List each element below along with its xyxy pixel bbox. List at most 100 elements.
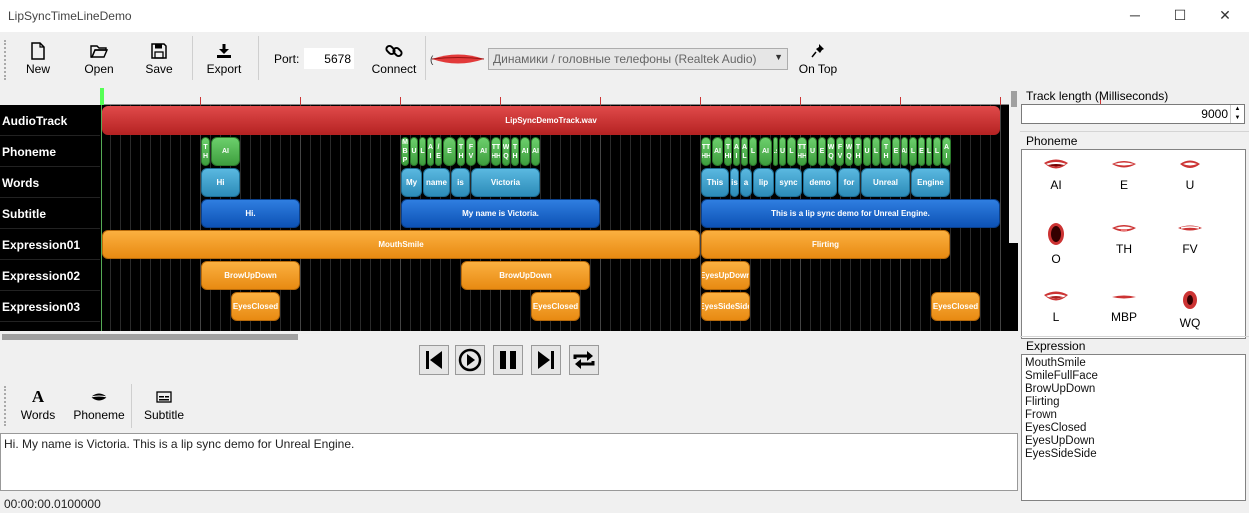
track-label-expression01[interactable]: Expression01 <box>0 229 100 260</box>
word-clip[interactable]: lip <box>753 168 774 197</box>
play-button[interactable] <box>455 345 485 375</box>
expression-item[interactable]: EyesUpDown <box>1025 435 1242 448</box>
phoneme-clip[interactable]: E <box>818 137 826 166</box>
track-length-spinner[interactable]: ▲ ▼ <box>1230 105 1244 123</box>
track-label-audio[interactable]: AudioTrack <box>0 105 100 136</box>
expression-clip[interactable]: MouthSmile <box>102 230 700 259</box>
word-clip[interactable]: name <box>423 168 450 197</box>
new-button[interactable]: New <box>20 42 56 82</box>
word-clip[interactable]: This <box>701 168 729 197</box>
phoneme-mbp[interactable]: MBP <box>1094 290 1154 324</box>
export-button[interactable]: Export <box>204 42 244 82</box>
expression-list[interactable]: MouthSmile SmileFullFace BrowUpDown Flir… <box>1021 354 1246 501</box>
phoneme-clip[interactable]: E <box>892 137 900 166</box>
phoneme-clip[interactable]: U <box>808 137 817 166</box>
audio-clip[interactable]: LipSyncDemoTrack.wav <box>102 106 1000 135</box>
subtitle-clip[interactable]: This is a lip sync demo for Unreal Engin… <box>701 199 1000 228</box>
phoneme-clip[interactable]: E <box>443 137 456 166</box>
phoneme-clip[interactable]: U <box>410 137 418 166</box>
phoneme-clip[interactable]: TT HH <box>797 137 807 166</box>
phoneme-e[interactable]: E <box>1094 158 1154 192</box>
phoneme-clip[interactable]: W Q <box>845 137 853 166</box>
word-clip[interactable]: sync <box>775 168 802 197</box>
phoneme-clip[interactable]: T H <box>854 137 862 166</box>
phoneme-clip[interactable]: T HI <box>724 137 732 166</box>
phoneme-clip[interactable]: W Q <box>827 137 835 166</box>
toolbar-grip[interactable] <box>4 386 6 426</box>
phoneme-clip[interactable]: L <box>933 137 941 166</box>
close-button[interactable]: ✕ <box>1202 0 1248 32</box>
audio-device-dropdown[interactable]: Динамики / головные телефоны (Realtek Au… <box>488 48 788 70</box>
phoneme-clip[interactable]: L <box>419 137 426 166</box>
phoneme-clip[interactable]: AI <box>531 137 540 166</box>
phoneme-clip[interactable]: AI <box>712 137 723 166</box>
save-button[interactable]: Save <box>142 42 176 82</box>
vertical-scrollbar-thumb[interactable] <box>1011 91 1017 107</box>
phoneme-clip[interactable]: T H <box>511 137 519 166</box>
time-ruler[interactable] <box>100 88 1101 105</box>
track-label-expression03[interactable]: Expression03 <box>0 291 100 322</box>
phoneme-o[interactable]: O <box>1026 222 1086 266</box>
phoneme-clip[interactable]: U <box>779 137 786 166</box>
phoneme-clip[interactable]: AI <box>901 137 908 166</box>
phoneme-clip[interactable]: F V <box>836 137 844 166</box>
subtitle-clip[interactable]: My name is Victoria. <box>401 199 600 228</box>
toolbar-grip[interactable] <box>4 40 6 80</box>
phoneme-clip[interactable]: W Q <box>502 137 510 166</box>
phoneme-clip[interactable]: AI <box>477 137 490 166</box>
word-clip[interactable]: Hi <box>201 168 240 197</box>
on-top-button[interactable]: On Top <box>796 42 840 82</box>
track-label-subtitle[interactable]: Subtitle <box>0 198 100 229</box>
phoneme-clip[interactable]: M B P <box>401 137 409 166</box>
phoneme-clip[interactable]: L <box>909 137 917 166</box>
vertical-scrollbar[interactable] <box>1009 88 1018 243</box>
subtitle-clip[interactable]: Hi. <box>201 199 300 228</box>
phoneme-clip[interactable]: T H <box>881 137 891 166</box>
maximize-button[interactable]: ☐ <box>1157 0 1203 32</box>
expression-item[interactable]: EyesSideSide <box>1025 448 1242 461</box>
word-clip[interactable]: Unreal <box>861 168 910 197</box>
expression-clip[interactable]: EyesSideSide <box>701 292 750 321</box>
word-clip[interactable]: Victoria <box>471 168 540 197</box>
skip-to-end-button[interactable] <box>531 345 561 375</box>
expression-item[interactable]: SmileFullFace <box>1025 370 1242 383</box>
phoneme-th[interactable]: TH <box>1094 222 1154 256</box>
phoneme-clip[interactable]: TT HH <box>491 137 501 166</box>
expression-clip[interactable]: BrowUpDown <box>201 261 300 290</box>
horizontal-scrollbar-thumb[interactable] <box>2 334 298 340</box>
track-label-words[interactable]: Words <box>0 167 100 198</box>
track-label-phoneme[interactable]: Phoneme <box>0 136 100 167</box>
pause-button[interactable] <box>493 345 523 375</box>
phoneme-clip[interactable]: A I <box>733 137 740 166</box>
subtitle-mode-button[interactable]: Subtitle <box>142 388 186 428</box>
phoneme-clip[interactable]: F V <box>466 137 476 166</box>
phoneme-clip[interactable]: / E <box>435 137 442 166</box>
loop-button[interactable] <box>569 345 599 375</box>
expression-clip[interactable]: EyesClosed <box>231 292 280 321</box>
expression-clip[interactable]: EyesUpDown <box>701 261 750 290</box>
words-mode-button[interactable]: A Words <box>18 388 58 428</box>
word-clip[interactable]: is <box>730 168 739 197</box>
open-button[interactable]: Open <box>80 42 118 82</box>
expression-clip[interactable]: Flirting <box>701 230 950 259</box>
expression-clip[interactable]: EyesClosed <box>931 292 980 321</box>
phoneme-clip[interactable]: AI <box>759 137 772 166</box>
track-label-expression02[interactable]: Expression02 <box>0 260 100 291</box>
phoneme-clip[interactable]: AI <box>211 137 240 166</box>
phoneme-clip[interactable]: Ls <box>773 137 778 166</box>
word-clip[interactable]: a <box>740 168 752 197</box>
phoneme-clip[interactable]: L <box>926 137 932 166</box>
expression-item[interactable]: Frown <box>1025 409 1242 422</box>
expression-clip[interactable]: EyesClosed <box>531 292 580 321</box>
word-clip[interactable]: demo <box>803 168 837 197</box>
minimize-button[interactable]: ─ <box>1112 0 1158 32</box>
word-clip[interactable]: My <box>401 168 422 197</box>
phoneme-clip[interactable]: T H <box>457 137 465 166</box>
phoneme-clip[interactable]: L <box>787 137 796 166</box>
phoneme-l[interactable]: L <box>1026 290 1086 324</box>
word-clip[interactable]: is <box>451 168 470 197</box>
port-input[interactable] <box>304 48 354 69</box>
playhead-handle[interactable] <box>100 88 104 105</box>
skip-to-start-button[interactable] <box>419 345 449 375</box>
expression-item[interactable]: BrowUpDown <box>1025 383 1242 396</box>
